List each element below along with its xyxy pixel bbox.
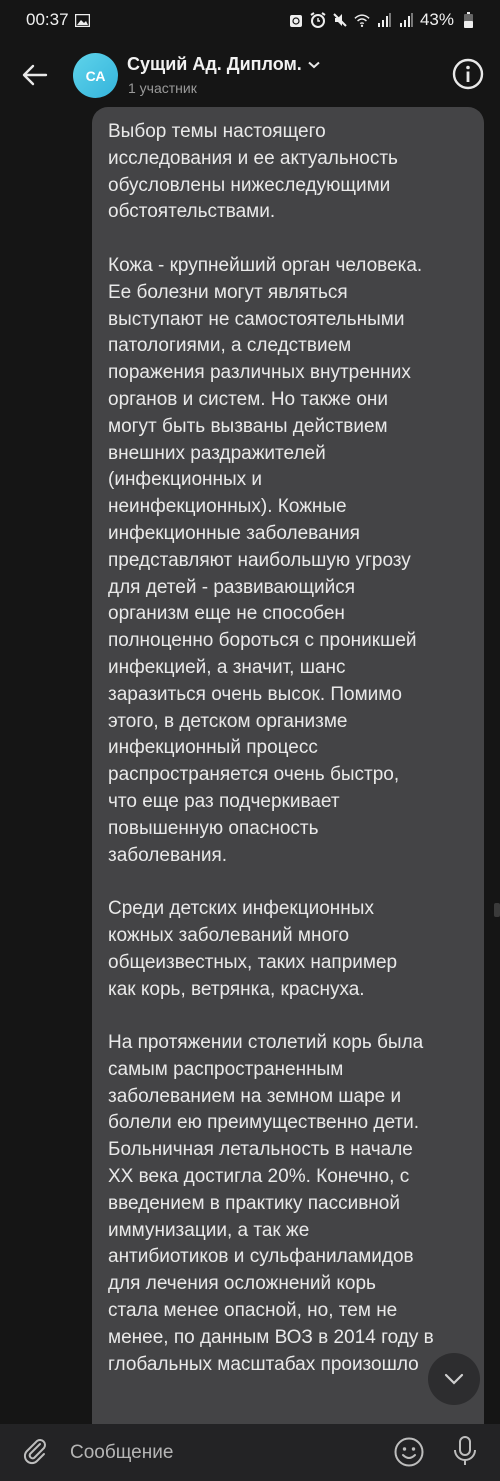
scrollbar-thumb[interactable]: [494, 903, 500, 917]
status-time: 00:37: [26, 10, 69, 29]
chevron-down-icon: [308, 61, 320, 68]
message-input[interactable]: [68, 1434, 372, 1472]
info-button[interactable]: [452, 58, 484, 90]
microphone-icon: [454, 1436, 476, 1465]
message-paragraph: Выбор темы настоящего исследования и ее …: [108, 121, 398, 223]
message-bubble[interactable]: Выбор темы настоящего исследования и ее …: [92, 107, 484, 1437]
signal-icon: [376, 12, 392, 28]
alarm-icon: [310, 12, 326, 28]
image-icon: [75, 12, 91, 28]
chevron-down-icon: [444, 1373, 464, 1385]
recycle-icon: [288, 12, 304, 28]
scroll-to-bottom-button[interactable]: [428, 1353, 480, 1405]
chat-title-text: Сущий Ад. Диплом.: [127, 54, 302, 74]
emoji-button[interactable]: [393, 1436, 425, 1468]
battery-icon: [460, 12, 476, 28]
back-button[interactable]: [20, 60, 50, 90]
avatar-initials: СА: [85, 67, 106, 84]
chat-header: СА Сущий Ад. Диплом. 1 участник: [0, 48, 500, 106]
voice-message-button[interactable]: [450, 1434, 480, 1470]
arrow-left-icon: [22, 64, 48, 86]
message-paragraph: Среди детских инфекционных кожных заболе…: [108, 898, 398, 1000]
info-icon: [452, 58, 484, 90]
avatar[interactable]: СА: [73, 53, 118, 98]
status-bar: 00:37 43%: [0, 0, 500, 40]
battery-percent: 43%: [419, 10, 454, 29]
paperclip-icon: [23, 1439, 46, 1465]
mute-icon: [332, 12, 348, 28]
chat-title[interactable]: Сущий Ад. Диплом.: [127, 54, 320, 75]
wifi-icon: [354, 12, 370, 28]
message-paragraph: На протяжении столетий корь была самым р…: [108, 1032, 434, 1375]
message-paragraph: Кожа - крупнейший орган человека. Ее бол…: [108, 254, 423, 866]
signal-icon: [398, 12, 414, 28]
smiley-icon: [394, 1437, 424, 1467]
message-composer: [0, 1424, 500, 1481]
chat-subtitle: 1 участник: [128, 80, 197, 96]
attach-button[interactable]: [20, 1436, 50, 1466]
